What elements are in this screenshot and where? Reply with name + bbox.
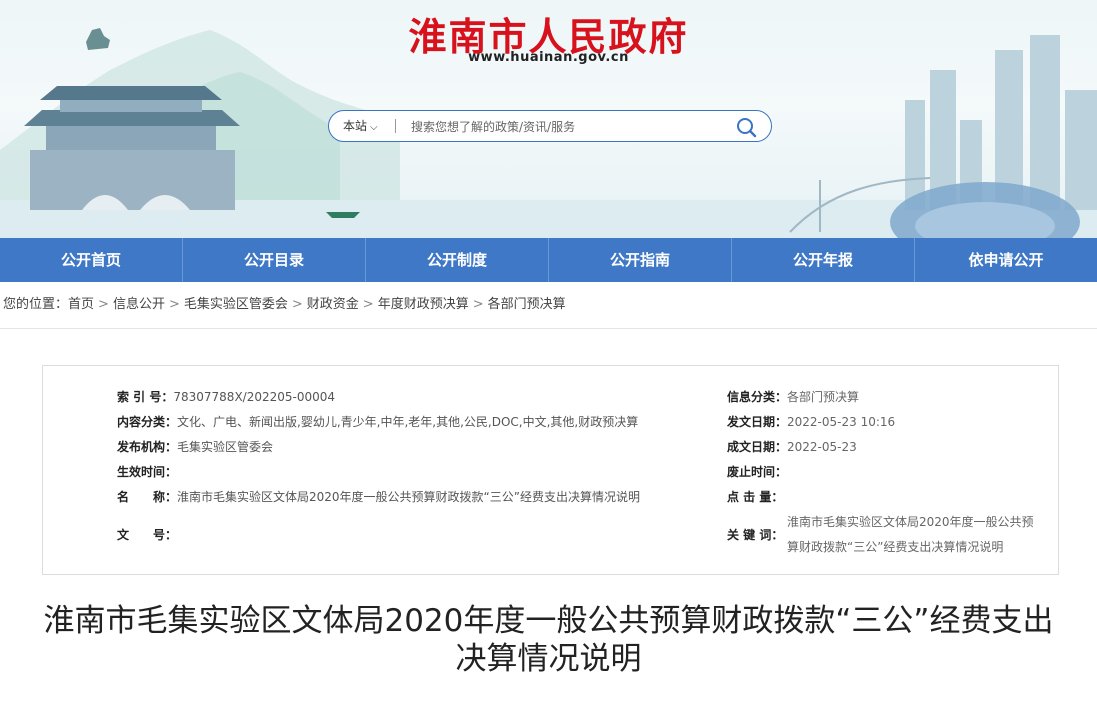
- meta-label: 发布机构：: [117, 440, 178, 454]
- meta-clicks: 点 击 量：: [727, 488, 783, 505]
- meta-label: 信息分类：: [727, 390, 788, 404]
- meta-label: 关 键 词：: [727, 528, 784, 542]
- meta-value: 毛集实验区管委会: [177, 440, 274, 454]
- meta-keywords-value: 淮南市毛集实验区文体局2020年度一般公共预算财政拨款“三公”经费支出决算情况说…: [787, 515, 1034, 554]
- search-scope-label: 本站: [343, 119, 368, 133]
- meta-doc-no: 文 号：: [117, 526, 177, 543]
- main-nav: 公开首页 公开目录 公开制度 公开指南 公开年报 依申请公开: [0, 238, 1097, 282]
- meta-value: 淮南市毛集实验区文体局2020年度一般公共预算财政拨款“三公”经费支出决算情况说…: [177, 490, 640, 504]
- search-bar: 本站 ⌵: [328, 110, 772, 142]
- meta-label: 发文日期：: [727, 415, 788, 429]
- meta-value: 2022-05-23 10:16: [787, 415, 896, 429]
- nav-item-annual-report[interactable]: 公开年报: [732, 238, 915, 282]
- breadcrumb-link-home[interactable]: 首页: [68, 297, 94, 312]
- breadcrumb-prefix: 您的位置：: [3, 297, 69, 312]
- nav-item-catalog[interactable]: 公开目录: [183, 238, 366, 282]
- meta-label: 文 号：: [117, 528, 178, 542]
- meta-value: 文化、广电、新闻出版,婴幼儿,青少年,中年,老年,其他,公民,DOC,中文,其他…: [177, 415, 639, 429]
- search-scope-dropdown[interactable]: 本站 ⌵: [343, 111, 378, 141]
- header-banner: 淮南市人民政府 www.huainan.gov.cn 本站 ⌵: [0, 0, 1097, 238]
- meta-name: 名 称：淮南市毛集实验区文体局2020年度一般公共预算财政拨款“三公”经费支出决…: [117, 488, 640, 505]
- search-button[interactable]: [735, 116, 757, 138]
- search-input[interactable]: [409, 115, 733, 139]
- meta-category: 信息分类：各部门预决算: [727, 388, 859, 405]
- breadcrumb-separator: >: [362, 297, 374, 312]
- meta-content-type: 内容分类：文化、广电、新闻出版,婴幼儿,青少年,中年,老年,其他,公民,DOC,…: [117, 413, 638, 430]
- search-divider: [395, 119, 396, 133]
- nav-item-home[interactable]: 公开首页: [0, 238, 183, 282]
- meta-value: 各部门预决算: [787, 390, 860, 404]
- meta-label: 名 称：: [117, 490, 178, 504]
- breadcrumb-separator: >: [472, 297, 484, 312]
- chevron-down-icon: ⌵: [370, 122, 378, 133]
- meta-value: 78307788X/202205-00004: [173, 390, 336, 404]
- breadcrumb-separator: >: [98, 297, 109, 312]
- meta-label: 内容分类：: [117, 415, 178, 429]
- meta-label: 索 引 号：: [117, 390, 174, 404]
- nav-item-guide[interactable]: 公开指南: [549, 238, 732, 282]
- breadcrumb-separator: >: [291, 297, 303, 312]
- meta-created-date: 成文日期：2022-05-23: [727, 438, 857, 455]
- breadcrumb: 您的位置：首页 > 信息公开 > 毛集实验区管委会 > 财政资金 > 年度财政预决算 > 各部门预决…: [0, 282, 1097, 329]
- meta-label: 废止时间：: [727, 465, 788, 479]
- meta-effective-date: 生效时间：: [117, 463, 177, 480]
- breadcrumb-link-annual-budget[interactable]: 年度财政预决算: [378, 297, 469, 312]
- meta-label: 点 击 量：: [727, 490, 784, 504]
- article-title: 淮南市毛集实验区文体局2020年度一般公共预算财政拨款“三公”经费支出决算情况说…: [43, 603, 1054, 677]
- nav-item-system[interactable]: 公开制度: [366, 238, 549, 282]
- meta-publish-date: 发文日期：2022-05-23 10:16: [727, 413, 895, 430]
- breadcrumb-link-finance[interactable]: 财政资金: [307, 297, 359, 312]
- search-icon: [737, 118, 757, 138]
- meta-label: 生效时间：: [117, 465, 178, 479]
- meta-publisher: 发布机构：毛集实验区管委会: [117, 438, 273, 455]
- breadcrumb-link-info[interactable]: 信息公开: [113, 297, 165, 312]
- document-metadata-panel: 索 引 号：78307788X/202205-00004 信息分类：各部门预决算…: [42, 365, 1059, 575]
- meta-index-no: 索 引 号：78307788X/202205-00004: [117, 388, 335, 405]
- nav-item-apply[interactable]: 依申请公开: [915, 238, 1097, 282]
- meta-expiry-date: 废止时间：: [727, 463, 787, 480]
- meta-keywords: 关 键 词：: [727, 526, 783, 543]
- meta-label: 成文日期：: [727, 440, 788, 454]
- meta-value: 2022-05-23: [787, 440, 857, 454]
- breadcrumb-link-committee[interactable]: 毛集实验区管委会: [184, 297, 288, 312]
- breadcrumb-separator: >: [168, 297, 180, 312]
- breadcrumb-link-dept-budget[interactable]: 各部门预决算: [488, 297, 566, 312]
- site-url: www.huainan.gov.cn: [468, 50, 629, 65]
